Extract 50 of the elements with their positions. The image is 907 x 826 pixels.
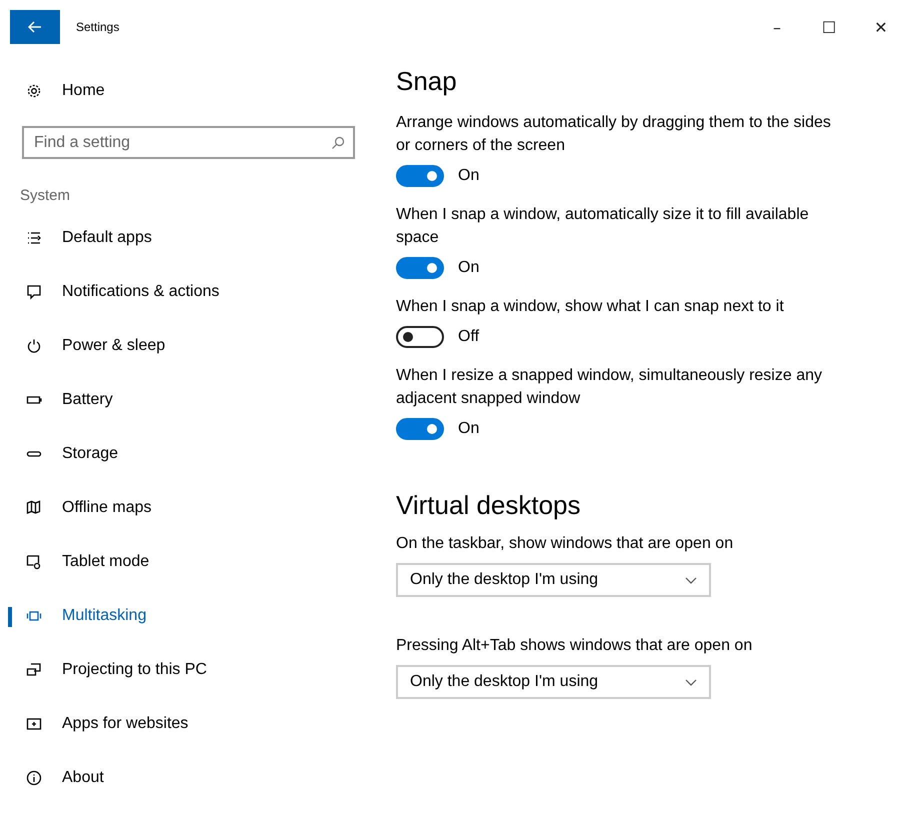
sidebar-item[interactable]: Offline maps [0,481,370,535]
sidebar-item[interactable]: Apps for websites [0,697,370,751]
sidebar-item[interactable]: Tablet mode [0,535,370,589]
section-heading: System [19,186,72,206]
back-button[interactable] [10,10,60,44]
sidebar-item[interactable]: Multitasking [0,589,370,643]
setting-description: When I snap a window, automatically size it to fill available space [396,205,810,248]
sidebar-item[interactable]: Notifications & actions [0,265,370,319]
sidebar-item[interactable]: Default apps [0,211,370,265]
chevron-down-icon [685,576,697,584]
section-heading: Virtual desktops [396,490,582,521]
minimize-button[interactable]: – [751,10,803,44]
dropdown-label: On the taskbar, show windows that are open on [396,535,734,553]
sidebar-item[interactable]: Battery [0,373,370,427]
toggle-state-label: On [458,167,480,185]
setting-description: When I resize a snapped window, simultaneously resize any adjacent snapped window [396,366,823,409]
search-field[interactable]: Find a setting [22,126,355,159]
list-icon [26,230,42,246]
dropdown-label: Pressing Alt+Tab shows windows that are open on [396,637,754,655]
home-link[interactable]: Home [0,64,370,118]
toggle-state-label: On [458,259,480,277]
power-icon [26,338,42,354]
chevron-down-icon [685,678,697,686]
info-icon [26,770,42,786]
sidebar-item[interactable]: Projecting to this PC [0,643,370,697]
setting-description: Arrange windows automatically by dragging them to the sides or corners of the screen [396,113,832,156]
sidebar-item[interactable]: Power & sleep [0,319,370,373]
maximize-button[interactable]: ☐ [803,10,855,44]
toggle-state-label: On [458,420,480,438]
speech-bubble-icon [26,284,42,300]
projector-icon [26,662,42,678]
close-button[interactable]: ✕ [855,10,907,44]
gear-icon [26,83,42,99]
toggle-switch[interactable] [396,165,444,187]
sidebar-item[interactable]: Storage [0,427,370,481]
toggle-state-label: Off [458,328,480,346]
toggle-switch[interactable] [396,418,444,440]
toggle-switch[interactable] [396,257,444,279]
toggle-switch[interactable] [396,326,444,348]
section-heading: Snap [396,66,458,97]
app-window-icon [26,716,42,732]
sidebar-item[interactable]: About [0,751,370,805]
tablet-icon [26,554,42,570]
dropdown[interactable]: Only the desktop I'm using [396,665,711,699]
map-icon [26,500,42,516]
dropdown[interactable]: Only the desktop I'm using [396,563,711,597]
back-arrow-icon [28,21,42,33]
setting-description: When I snap a window, show what I can snap next to it [396,297,785,317]
window-title: Settings [76,20,120,34]
search-icon [331,136,345,150]
